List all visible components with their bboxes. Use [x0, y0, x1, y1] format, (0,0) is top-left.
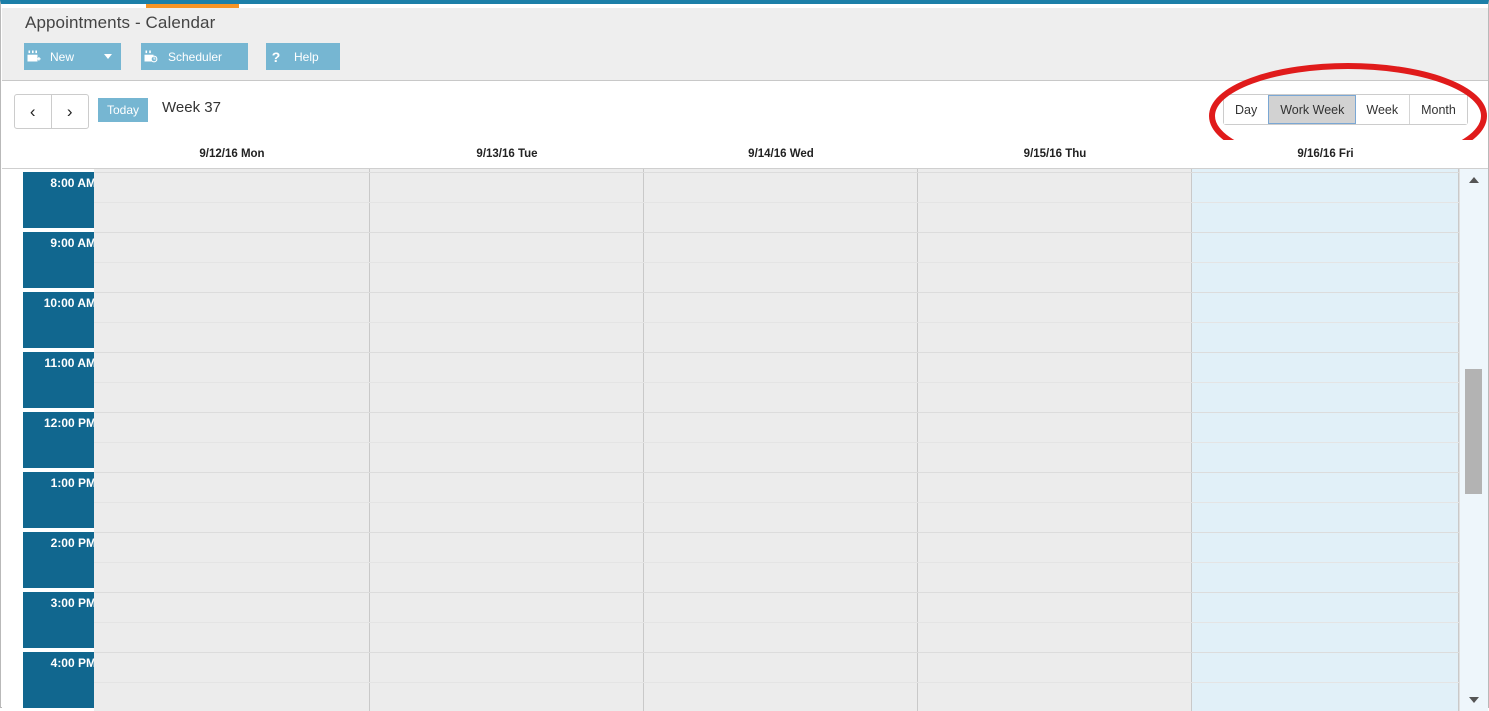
hour-gridline	[94, 172, 1459, 173]
view-button-week[interactable]: Week	[1355, 95, 1411, 124]
vertical-scrollbar[interactable]	[1459, 169, 1488, 711]
scheduler-button[interactable]: Scheduler	[141, 43, 248, 70]
half-hour-gridline	[94, 322, 1459, 323]
calendar-body: 8:00 AM 9:00 AM 10:00 AM 11:00 AM 12:00 PM 1:…	[2, 169, 1488, 711]
hour-gridline	[94, 472, 1459, 473]
view-button-work-week[interactable]: Work Week	[1268, 95, 1357, 124]
hour-gridline	[94, 652, 1459, 653]
time-gutter: 8:00 AM 9:00 AM 10:00 AM 11:00 AM 12:00 PM 1:…	[2, 169, 102, 711]
view-switcher: Day Work Week Week Month	[1223, 94, 1468, 125]
scrollbar-thumb[interactable]	[1465, 369, 1482, 494]
period-label: Week 37	[162, 99, 221, 116]
hour-gridline	[94, 532, 1459, 533]
time-label-slot: 1:00 PM	[23, 472, 102, 528]
half-hour-gridline	[94, 382, 1459, 383]
question-mark-icon: ?	[271, 48, 281, 65]
hour-gridline	[94, 292, 1459, 293]
help-button-label: Help	[294, 49, 319, 64]
hour-gridline	[94, 232, 1459, 233]
half-hour-gridline	[94, 502, 1459, 503]
day-column-today[interactable]	[1192, 169, 1459, 711]
page-title: Appointments - Calendar	[25, 13, 216, 32]
chevron-down-icon[interactable]	[104, 54, 112, 59]
hour-gridline	[94, 412, 1459, 413]
half-hour-gridline	[94, 562, 1459, 563]
prev-next-group: ‹ ›	[14, 94, 89, 129]
half-hour-gridline	[94, 682, 1459, 683]
day-header-3: 9/14/16 Wed	[748, 148, 814, 160]
application-window: Appointments - Calendar New Scheduler ? …	[0, 0, 1489, 711]
time-label-slot: 12:00 PM	[23, 412, 102, 468]
day-header-5: 9/16/16 Fri	[1297, 148, 1354, 160]
view-button-day[interactable]: Day	[1224, 95, 1270, 124]
day-header-row: 9/12/16 Mon 9/13/16 Tue 9/14/16 Wed 9/15/16…	[2, 140, 1488, 169]
hour-gridline	[94, 352, 1459, 353]
scroll-down-arrow-icon[interactable]	[1460, 691, 1488, 709]
time-label-slot: 3:00 PM	[23, 592, 102, 648]
day-header-1: 9/12/16 Mon	[199, 148, 265, 160]
time-label-slot: 2:00 PM	[23, 532, 102, 588]
time-label-slot: 8:00 AM	[23, 172, 102, 228]
half-hour-gridline	[94, 442, 1459, 443]
calendar-clock-icon	[141, 50, 161, 64]
day-column[interactable]	[94, 169, 370, 711]
next-period-button[interactable]: ›	[52, 95, 89, 128]
view-button-month[interactable]: Month	[1410, 95, 1467, 124]
help-button[interactable]: ? Help	[266, 43, 340, 70]
time-label-slot: 4:00 PM	[23, 652, 102, 708]
new-button[interactable]: New	[24, 43, 121, 70]
half-hour-gridline	[94, 622, 1459, 623]
time-label-slot: 10:00 AM	[23, 292, 102, 348]
day-header-4: 9/15/16 Thu	[1023, 148, 1087, 160]
today-button[interactable]: Today	[98, 98, 148, 122]
day-header-2: 9/13/16 Tue	[476, 148, 538, 160]
scheduler-button-label: Scheduler	[168, 49, 223, 64]
calendar-plus-icon	[24, 50, 44, 64]
new-button-label: New	[50, 49, 75, 64]
day-column[interactable]	[370, 169, 644, 711]
half-hour-gridline	[94, 262, 1459, 263]
day-column[interactable]	[918, 169, 1192, 711]
half-hour-gridline	[94, 202, 1459, 203]
time-label-slot: 9:00 AM	[23, 232, 102, 288]
day-column[interactable]	[644, 169, 918, 711]
calendar-grid[interactable]	[94, 169, 1459, 711]
time-label-slot: 11:00 AM	[23, 352, 102, 408]
hour-gridline	[94, 592, 1459, 593]
previous-period-button[interactable]: ‹	[15, 95, 52, 128]
